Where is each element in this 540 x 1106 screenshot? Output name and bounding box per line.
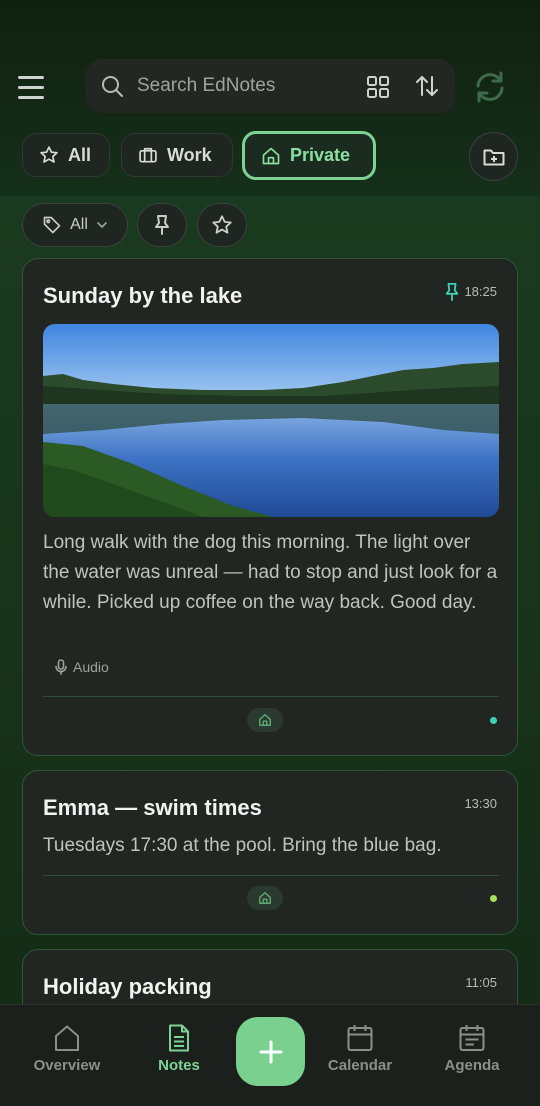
pin-icon xyxy=(445,283,459,301)
sync-icon[interactable] xyxy=(472,69,508,105)
sort-icon[interactable] xyxy=(414,73,440,99)
pin-icon xyxy=(155,215,169,235)
note-time: 11:05 xyxy=(465,975,497,990)
folder-plus-icon xyxy=(483,149,504,165)
plus-icon xyxy=(259,1040,282,1063)
home-icon xyxy=(259,714,271,726)
folder-label: All xyxy=(68,144,92,165)
nav-label: Overview xyxy=(33,1057,101,1074)
note-time: 13:30 xyxy=(464,796,497,811)
new-folder-button[interactable] xyxy=(469,132,518,181)
briefcase-icon xyxy=(139,147,157,163)
status-dot xyxy=(490,895,497,902)
note-card[interactable]: Emma — swim times 13:30 Tuesdays 17:30 a… xyxy=(22,770,518,935)
note-time: 18:25 xyxy=(464,284,497,299)
agenda-icon xyxy=(459,1025,485,1051)
star-icon xyxy=(212,215,232,234)
folder-badge xyxy=(247,708,283,732)
favorite-filter-button[interactable] xyxy=(197,203,247,247)
search-bar[interactable]: Search EdNotes xyxy=(86,59,455,113)
calendar-icon xyxy=(347,1025,373,1051)
status-dot xyxy=(490,717,497,724)
tag-filter-dropdown[interactable]: All xyxy=(22,203,128,247)
menu-icon[interactable] xyxy=(18,70,52,104)
pinned-filter-button[interactable] xyxy=(137,203,187,247)
nav-notes[interactable]: Notes xyxy=(129,1023,229,1074)
folder-private-button[interactable]: Private xyxy=(242,131,376,180)
home-icon xyxy=(262,147,280,164)
note-title: Emma — swim times xyxy=(43,795,262,820)
note-body: Tuesdays 17:30 at the pool. Bring the bl… xyxy=(43,835,442,856)
folder-work-button[interactable]: Work xyxy=(121,133,233,177)
note-document-icon xyxy=(169,1024,189,1052)
attachment-label: Audio xyxy=(73,659,109,675)
nav-label: Notes xyxy=(158,1057,200,1074)
divider xyxy=(43,875,499,876)
star-icon xyxy=(40,146,58,163)
tag-icon xyxy=(43,216,61,234)
note-photo-lake[interactable] xyxy=(43,324,499,517)
home-icon xyxy=(259,892,271,904)
add-note-button[interactable] xyxy=(236,1017,305,1086)
divider xyxy=(43,696,499,697)
nav-agenda[interactable]: Agenda xyxy=(422,1023,522,1074)
search-input[interactable]: Search EdNotes xyxy=(137,75,275,97)
grid-view-icon[interactable] xyxy=(366,75,390,99)
folder-badge xyxy=(247,886,283,910)
nav-calendar[interactable]: Calendar xyxy=(310,1023,410,1074)
note-title: Holiday packing xyxy=(43,974,212,999)
home-outline-icon xyxy=(55,1025,79,1051)
nav-label: Agenda xyxy=(444,1057,500,1074)
search-icon xyxy=(102,76,123,97)
note-card[interactable]: Sunday by the lake 18:25 Long walk with … xyxy=(22,258,518,756)
note-body: Long walk with the dog this morning. The… xyxy=(43,532,498,613)
folder-label: Private xyxy=(290,145,351,165)
nav-label: Calendar xyxy=(327,1057,393,1074)
chevron-down-icon xyxy=(97,222,107,229)
folder-all-button[interactable]: All xyxy=(22,133,110,177)
audio-attachment[interactable]: Audio xyxy=(55,659,109,675)
note-title: Sunday by the lake xyxy=(43,283,243,308)
tag-filter-label: All xyxy=(70,216,88,233)
nav-overview[interactable]: Overview xyxy=(17,1023,117,1074)
microphone-icon xyxy=(55,659,67,675)
folder-label: Work xyxy=(167,144,212,165)
